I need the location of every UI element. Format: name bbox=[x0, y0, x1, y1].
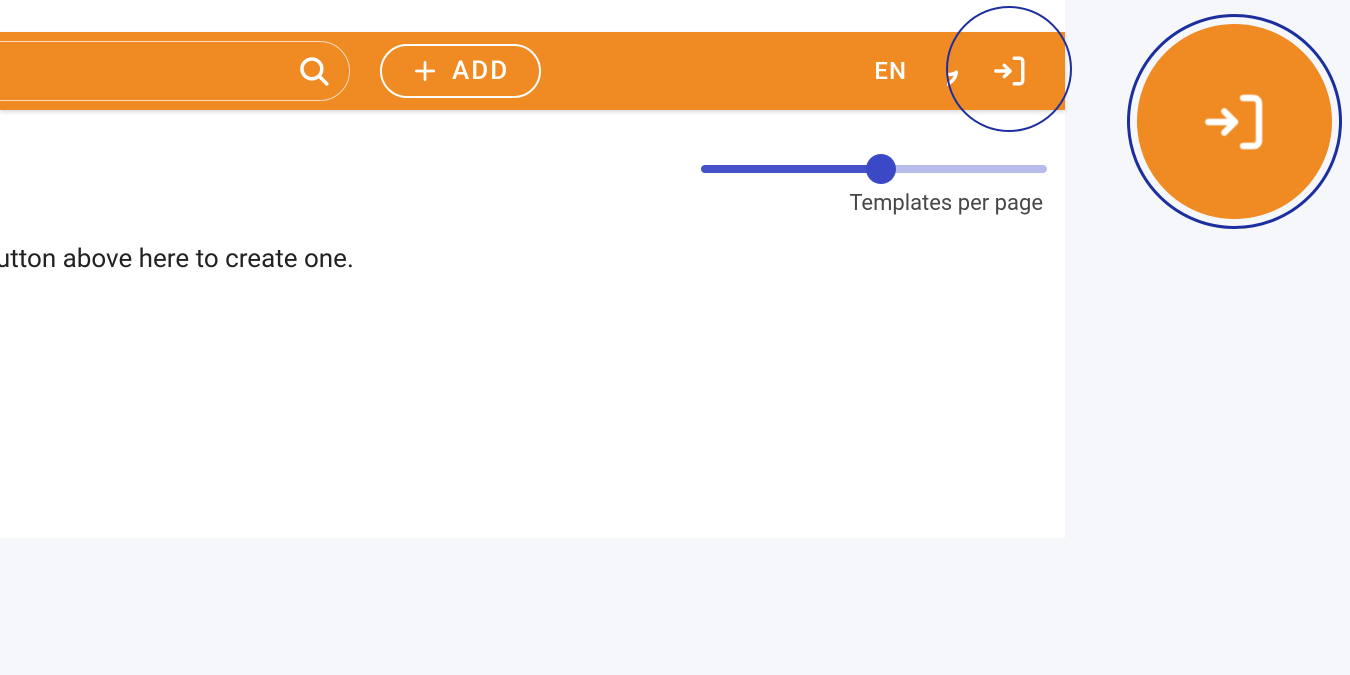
slider-fill bbox=[701, 165, 881, 173]
templates-per-page-slider[interactable] bbox=[701, 165, 1047, 173]
app-panel: ADD EN cted bbox=[0, 0, 1065, 538]
callout-highlight-large bbox=[1127, 14, 1342, 229]
language-toggle[interactable]: EN bbox=[874, 57, 907, 85]
slider-thumb[interactable] bbox=[866, 154, 896, 184]
add-button[interactable]: ADD bbox=[380, 44, 541, 98]
search-input[interactable] bbox=[0, 55, 297, 87]
topbar: ADD EN bbox=[0, 32, 1065, 110]
login-icon bbox=[993, 54, 1027, 88]
slider-label: Templates per page bbox=[849, 191, 1047, 216]
login-icon-large bbox=[1203, 90, 1267, 154]
view-row: cted Templates per page bbox=[0, 165, 1065, 216]
empty-state-hint: or drag the button above here to create … bbox=[0, 244, 1065, 274]
add-button-label: ADD bbox=[452, 56, 509, 86]
search-field[interactable] bbox=[0, 41, 350, 101]
callout-inner bbox=[1137, 24, 1332, 219]
content-area: cted Templates per page or drag the butt… bbox=[0, 110, 1065, 274]
login-button[interactable] bbox=[993, 54, 1027, 88]
search-icon[interactable] bbox=[297, 54, 331, 88]
plus-icon bbox=[412, 58, 438, 84]
theme-toggle[interactable] bbox=[947, 52, 961, 90]
templates-per-page-control: Templates per page bbox=[701, 165, 1047, 216]
